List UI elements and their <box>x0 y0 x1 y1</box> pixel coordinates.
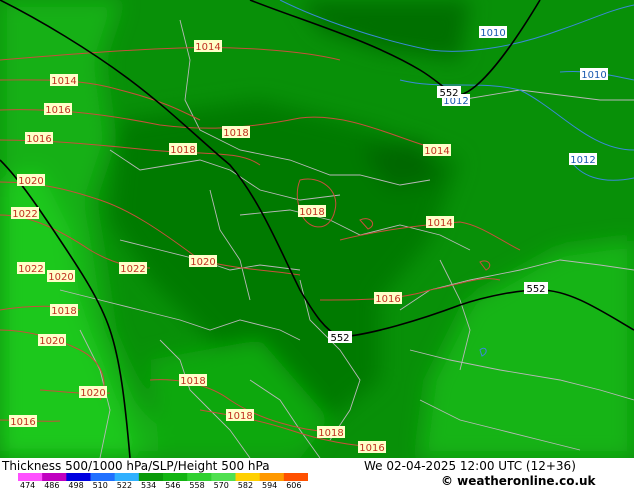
isobar-label: 1018 <box>50 304 78 317</box>
isobar-label: 1020 <box>38 334 66 347</box>
scale-value: 498 <box>68 481 84 490</box>
isobar-label-text: 1018 <box>223 128 248 139</box>
isobar-label: 1020 <box>47 270 75 283</box>
scale-value: 486 <box>44 481 60 490</box>
isobar-label: 1022 <box>11 207 39 220</box>
isobar-label: 1014 <box>423 144 451 157</box>
map-canvas: 1014 1014 1016 1018 1016 1018 1020 1014 1018 1022… <box>0 0 634 459</box>
isobar-label: 1012 <box>569 153 597 166</box>
isobar-label: 1016 <box>44 103 72 116</box>
scale-value: 606 <box>286 481 302 490</box>
isobar-label: 1014 <box>426 216 454 229</box>
isobar-label-text: 1018 <box>318 428 343 439</box>
isobar-label: 1022 <box>17 262 45 275</box>
isobar-label: 1020 <box>189 255 217 268</box>
isobar-label-text: 1018 <box>51 306 76 317</box>
isobar-label-text: 1010 <box>581 70 606 81</box>
scale-swatch <box>211 473 236 481</box>
isobar-label-text: 1020 <box>48 272 73 283</box>
isobar-label-text: 1016 <box>26 134 51 145</box>
isobar-label-text: 1014 <box>51 76 76 87</box>
isobar-label-text: 1018 <box>227 411 252 422</box>
scale-swatch <box>138 473 164 481</box>
isobar-label-text: 1020 <box>18 176 43 187</box>
isobar-label: 1016 <box>9 415 37 428</box>
isobar-label-text: 1020 <box>80 388 105 399</box>
isobar-label-text: 1018 <box>299 207 324 218</box>
isobar-label-text: 1018 <box>170 145 195 156</box>
color-scale-bar <box>18 473 308 481</box>
scale-swatch <box>42 473 67 481</box>
isobar-label: 1022 <box>119 262 147 275</box>
isobar-label-text: 1016 <box>45 105 70 116</box>
contour-label: 552 <box>524 282 548 295</box>
isobar-label: 1014 <box>50 74 78 87</box>
scale-swatch <box>283 473 308 481</box>
scale-swatch <box>90 473 116 481</box>
isobar-label-text: 1014 <box>195 42 220 53</box>
scale-value: 570 <box>213 481 229 490</box>
scale-value: 522 <box>116 481 133 490</box>
weather-map: 1014 1014 1016 1018 1016 1018 1020 1014 1018 1022… <box>0 0 634 459</box>
contour-label-text: 552 <box>330 333 349 344</box>
isobar-label: 1020 <box>17 174 45 187</box>
scale-swatch <box>235 473 261 481</box>
isobar-label-text: 1014 <box>424 146 449 157</box>
scale-swatch <box>163 473 188 481</box>
isobar-label: 1010 <box>479 26 507 39</box>
isobar-label-text: 1012 <box>570 155 595 166</box>
isobar-label: 1016 <box>25 132 53 145</box>
isobar-label-text: 1022 <box>120 264 145 275</box>
isobar-label-text: 1020 <box>190 257 215 268</box>
scale-value: 546 <box>165 481 181 490</box>
contour-label-text: 552 <box>526 284 545 295</box>
isobar-label: 1018 <box>226 409 254 422</box>
isobar-label-text: 1016 <box>359 443 384 454</box>
isobar-label: 1014 <box>194 40 222 53</box>
scale-swatch <box>187 473 212 481</box>
isobar-label-text: 1020 <box>39 336 64 347</box>
map-title: Thickness 500/1000 hPa/SLP/Height 500 hP… <box>2 459 270 473</box>
contour-label: 552 <box>328 331 352 344</box>
isobar-label-text: 1016 <box>10 417 35 428</box>
map-datetime: We 02-04-2025 12:00 UTC (12+36) <box>364 459 576 473</box>
isobar-label-text: 1016 <box>375 294 400 305</box>
isobar-label: 1020 <box>79 386 107 399</box>
isobar-label: 1016 <box>358 441 386 454</box>
contour-label-text: 552 <box>439 88 458 99</box>
map-footer: Thickness 500/1000 hPa/SLP/Height 500 hP… <box>0 458 634 490</box>
scale-value: 558 <box>189 481 205 490</box>
isobar-label: 1018 <box>169 143 197 156</box>
isobar-label-text: 1014 <box>427 218 452 229</box>
scale-swatch <box>259 473 285 481</box>
scale-swatch <box>114 473 140 481</box>
scale-value: 534 <box>141 481 157 490</box>
scale-swatch <box>66 473 91 481</box>
isobar-label-text: 1022 <box>12 209 37 220</box>
credit-text: © weatheronline.co.uk <box>441 474 596 488</box>
isobar-label: 1010 <box>580 68 608 81</box>
scale-value: 582 <box>237 481 254 490</box>
contour-label: 552 <box>437 86 461 99</box>
isobar-label: 1018 <box>179 374 207 387</box>
isobar-label: 1018 <box>298 205 326 218</box>
isobar-label: 1018 <box>222 126 250 139</box>
isobar-label: 1018 <box>317 426 345 439</box>
isobar-label-text: 1010 <box>480 28 505 39</box>
isobar-label-text: 1018 <box>180 376 205 387</box>
scale-value: 594 <box>262 481 278 490</box>
scale-value: 510 <box>92 481 108 490</box>
scale-value: 474 <box>20 481 36 490</box>
scale-swatch <box>18 473 43 481</box>
isobar-label: 1016 <box>374 292 402 305</box>
isobar-label-text: 1022 <box>18 264 43 275</box>
